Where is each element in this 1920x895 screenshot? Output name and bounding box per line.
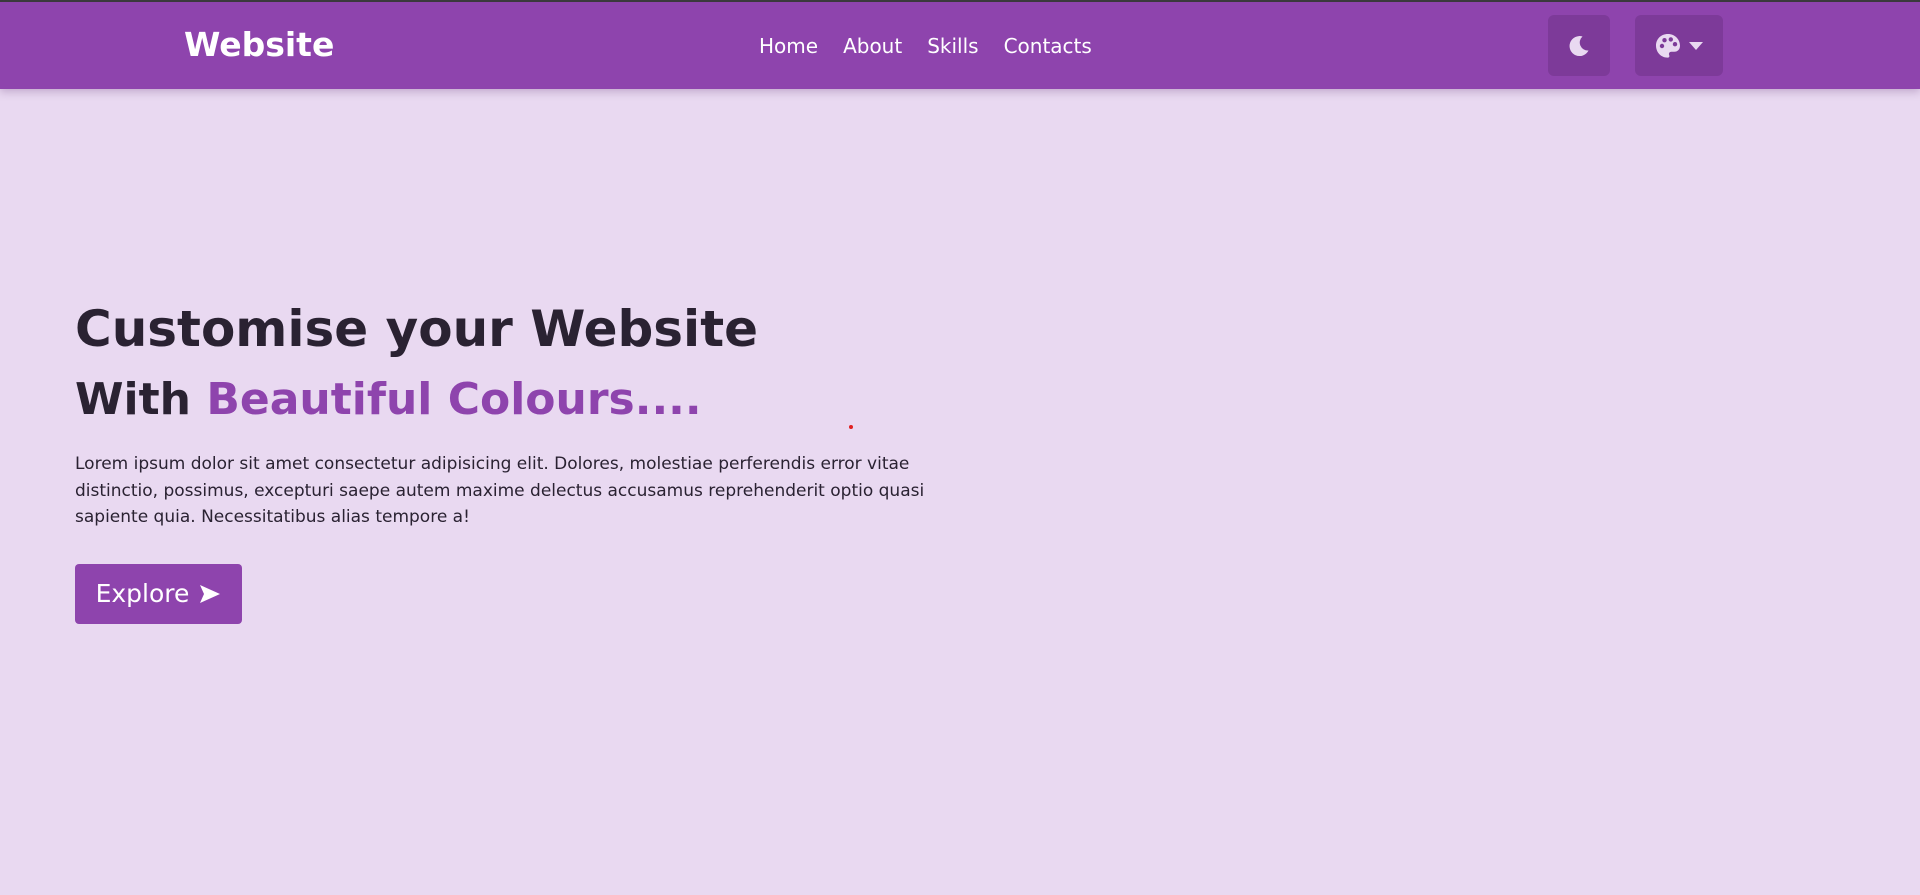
cursor-dot xyxy=(849,425,853,429)
moon-icon xyxy=(1569,35,1589,56)
hero-description: Lorem ipsum dolor sit amet consectetur a… xyxy=(75,454,925,527)
nav-link-contacts[interactable]: Contacts xyxy=(1004,32,1092,60)
palette-icon xyxy=(1656,33,1680,58)
nav-link-about[interactable]: About xyxy=(843,32,902,60)
arrow-right-icon xyxy=(200,584,221,603)
caret-down-icon xyxy=(1689,41,1703,50)
nav-link-skills[interactable]: Skills xyxy=(927,32,978,60)
explore-label: Explore xyxy=(95,579,190,608)
navbar: Website Home About Skills Contacts xyxy=(0,2,1920,89)
nav-link-home[interactable]: Home xyxy=(759,32,818,60)
hero-section: Customise your Website With Beautiful Co… xyxy=(75,295,975,624)
hero-subtitle: With Beautiful Colours.... xyxy=(75,365,975,435)
theme-toggle-button[interactable] xyxy=(1548,15,1610,76)
hero-subtitle-accent: Beautiful Colours.... xyxy=(206,374,702,425)
nav-links: Home About Skills Contacts xyxy=(759,32,1092,60)
brand-logo[interactable]: Website xyxy=(184,24,334,66)
explore-button[interactable]: Explore xyxy=(75,563,242,624)
hero-title: Customise your Website xyxy=(75,300,759,358)
palette-dropdown-button[interactable] xyxy=(1635,15,1723,76)
hero-subtitle-prefix: With xyxy=(75,374,191,425)
